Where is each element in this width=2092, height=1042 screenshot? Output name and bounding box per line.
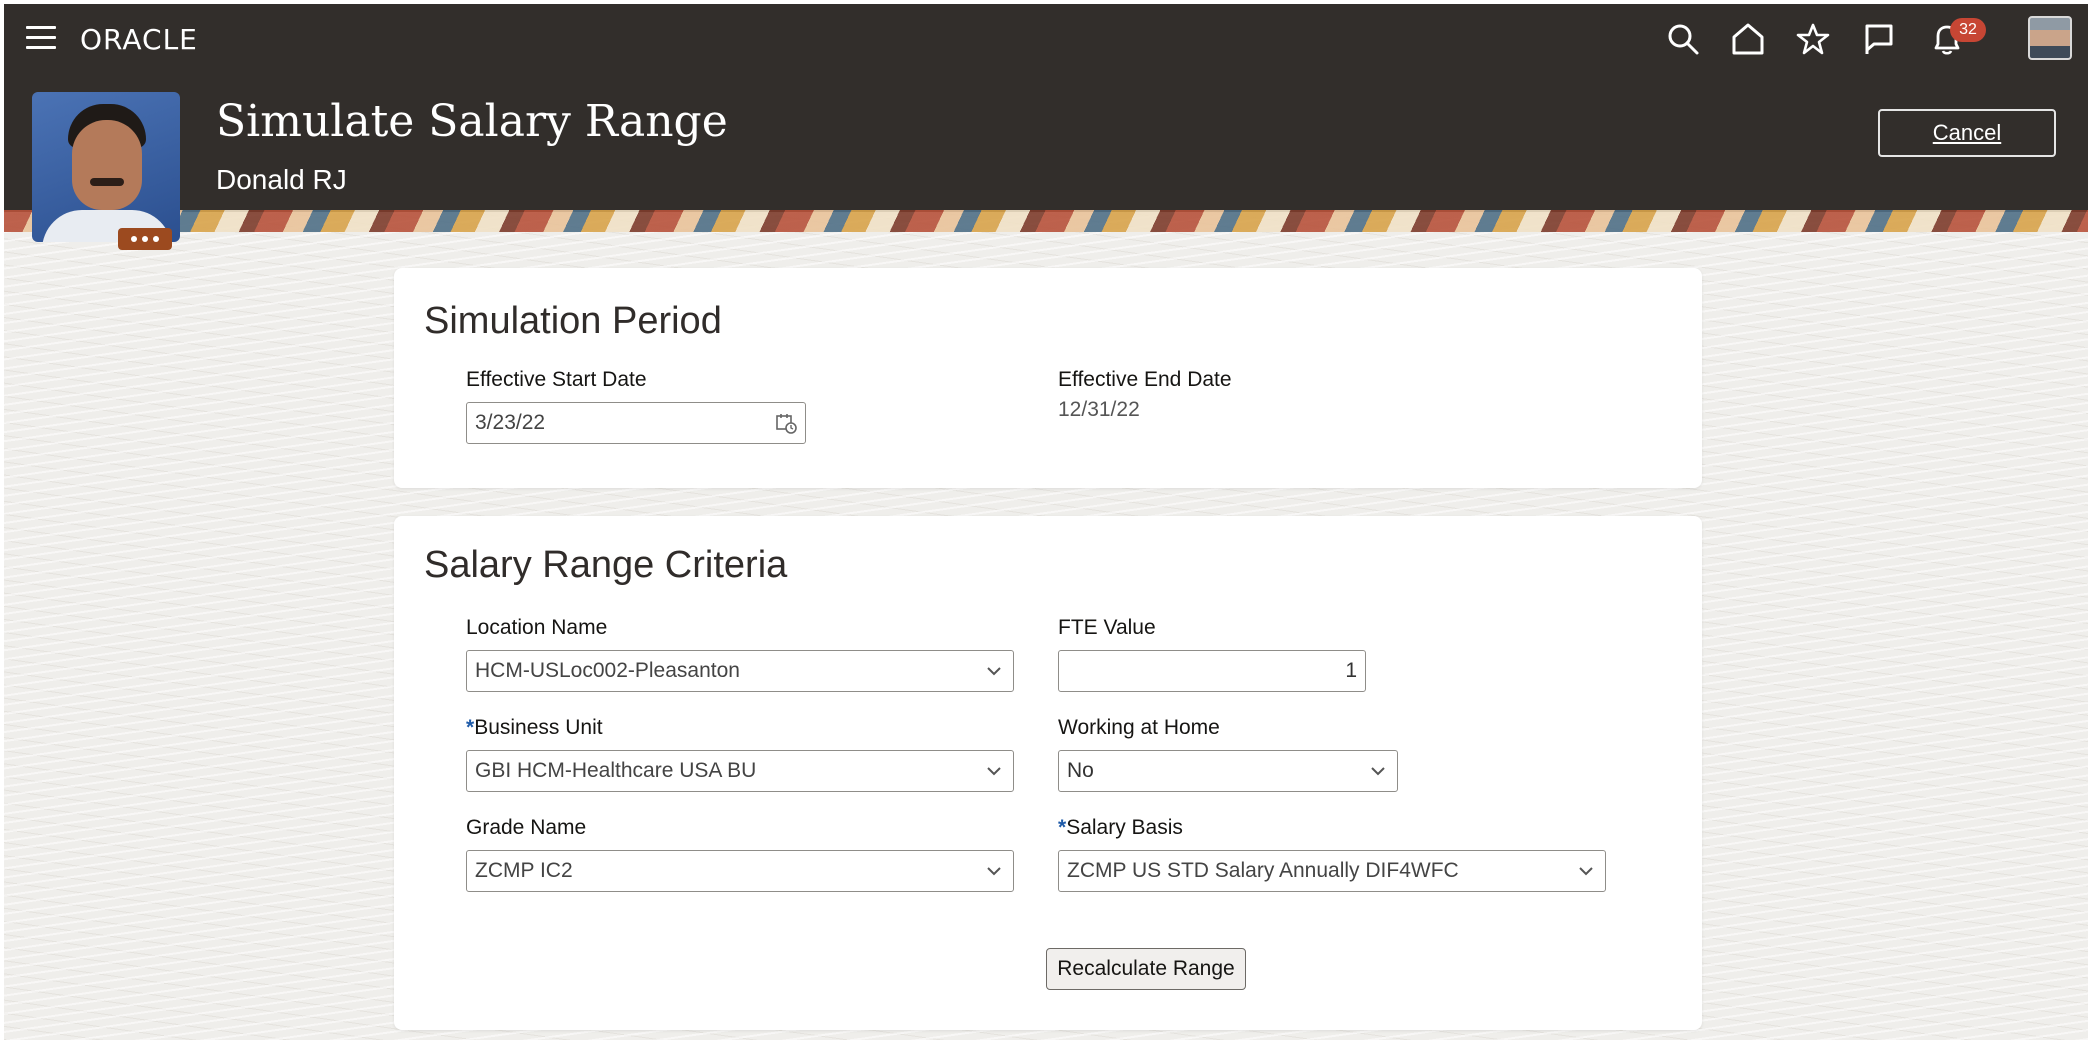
effective-start-date-label: Effective Start Date [466,368,647,391]
business-unit-select[interactable]: GBI HCM-Healthcare USA BU [466,750,1014,792]
fte-value-label: FTE Value [1058,616,1156,639]
business-unit-value: GBI HCM-Healthcare USA BU [475,759,757,782]
grade-name-value: ZCMP IC2 [475,859,573,882]
more-options-icon[interactable] [118,228,172,250]
chevron-down-icon [1575,860,1597,882]
hamburger-icon[interactable] [26,26,56,50]
header-banner [4,210,2088,232]
oracle-logo[interactable]: ORACLE [80,23,198,56]
salary-basis-select[interactable]: ZCMP US STD Salary Annually DIF4WFC [1058,850,1606,892]
effective-end-date-value: 12/31/22 [1058,398,1140,421]
working-at-home-select[interactable]: No [1058,750,1398,792]
person-name: Donald RJ [216,164,347,195]
effective-start-date-input[interactable]: 3/23/22 [466,402,806,444]
chevron-down-icon [983,860,1005,882]
salary-basis-label-text: Salary Basis [1066,816,1183,839]
cancel-button-label: Cancel [1932,120,2002,145]
cancel-button[interactable]: Cancel [1878,109,2056,157]
recalculate-range-button[interactable]: Recalculate Range [1046,948,1246,990]
fte-value: 1 [1345,659,1357,682]
business-unit-label: *Business Unit [466,716,603,740]
user-avatar[interactable] [2028,16,2072,60]
section-title: Simulation Period [424,300,722,342]
location-name-label: Location Name [466,616,608,639]
required-marker: * [1058,816,1067,839]
effective-start-date-value: 3/23/22 [475,411,546,434]
grade-name-label: Grade Name [466,816,587,839]
home-icon[interactable] [1731,22,1765,56]
location-name-value: HCM-USLoc002-Pleasanton [475,659,740,682]
calendar-icon[interactable] [775,412,797,434]
salary-basis-value: ZCMP US STD Salary Annually DIF4WFC [1067,859,1459,882]
working-at-home-value: No [1067,759,1094,782]
chevron-down-icon [983,660,1005,682]
page-title: Simulate Salary Range [216,96,728,147]
chevron-down-icon [1367,760,1389,782]
chevron-down-icon [983,760,1005,782]
grade-name-select[interactable]: ZCMP IC2 [466,850,1014,892]
star-icon[interactable] [1796,22,1830,56]
notification-badge: 32 [1950,18,1986,42]
business-unit-label-text: Business Unit [474,716,603,739]
person-photo [32,92,180,242]
salary-range-criteria-card: Salary Range Criteria Location Name HCM-… [394,516,1702,1030]
flag-icon[interactable] [1862,22,1896,56]
effective-end-date-label: Effective End Date [1058,368,1232,391]
required-marker: * [466,716,475,739]
simulation-period-card: Simulation Period Effective Start Date 3… [394,268,1702,488]
salary-basis-label: *Salary Basis [1058,816,1183,840]
section-title: Salary Range Criteria [424,544,788,586]
app-frame: ORACLE 32 Simulate Salary Range Donald R… [4,4,2088,1040]
search-icon[interactable] [1666,22,1700,56]
location-name-select[interactable]: HCM-USLoc002-Pleasanton [466,650,1014,692]
global-header: ORACLE 32 [4,4,2088,72]
working-at-home-label: Working at Home [1058,716,1220,739]
fte-value-input[interactable]: 1 [1058,650,1366,692]
